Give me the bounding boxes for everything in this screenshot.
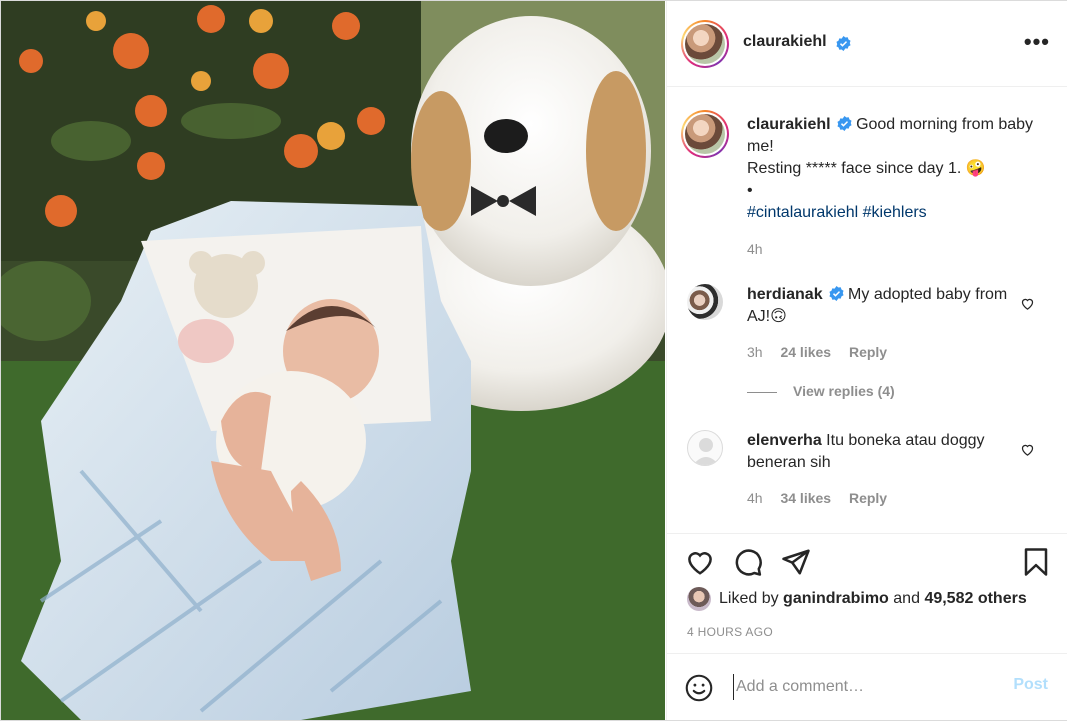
comment-meta: 3h 24 likes Reply — [747, 344, 887, 360]
like-comment-heart-icon[interactable] — [1020, 442, 1035, 457]
caption-line-2: Resting ***** face since day 1. 🤪 — [747, 160, 986, 177]
caption-avatar[interactable] — [681, 110, 729, 158]
comment-text: elenverha Itu boneka atau doggy beneran … — [747, 430, 1017, 474]
post-header: claurakiehl ••• — [667, 1, 1067, 87]
commenter-username[interactable]: elenverha — [747, 432, 822, 449]
paper-plane-icon[interactable] — [781, 547, 811, 577]
verified-badge-icon — [836, 36, 851, 51]
like-comment-heart-icon[interactable] — [1020, 296, 1035, 311]
comments-section: claurakiehl Good morning from baby me! R… — [667, 88, 1067, 534]
author-username[interactable]: claurakiehl — [743, 33, 827, 51]
commenter-avatar[interactable] — [687, 284, 723, 320]
post-actions: Liked by ganindrabimo and 49,582 others … — [667, 535, 1067, 655]
comment-input[interactable] — [733, 674, 993, 700]
likes-count[interactable]: 49,582 others — [924, 590, 1026, 608]
hashtag-link[interactable]: #kiehlers — [863, 204, 927, 221]
view-replies-label: View replies (4) — [793, 383, 895, 399]
emoji-icon[interactable] — [685, 674, 713, 702]
post-comment-button[interactable]: Post — [1013, 676, 1048, 694]
comment-meta: 4h 34 likes Reply — [747, 490, 887, 506]
comment-age[interactable]: 3h — [747, 344, 763, 360]
caption-age[interactable]: 4h — [747, 238, 1047, 260]
view-replies-button[interactable]: View replies (4) — [747, 383, 895, 399]
comment-likes[interactable]: 24 likes — [780, 344, 831, 360]
liked-by-joiner: and — [893, 590, 920, 607]
commenter-username[interactable]: herdianak — [747, 286, 823, 303]
instagram-post: claurakiehl ••• claurakiehl Good morning… — [0, 0, 1067, 721]
baby-and-plush-dog-image — [1, 1, 665, 720]
replies-divider-line — [747, 391, 777, 393]
author-avatar[interactable] — [681, 20, 729, 68]
more-options-icon[interactable]: ••• — [1024, 29, 1050, 55]
reply-button[interactable]: Reply — [849, 490, 887, 506]
liker-avatar — [687, 587, 711, 611]
comment-bubble-icon[interactable] — [733, 547, 763, 577]
comment-age[interactable]: 4h — [747, 490, 763, 506]
caption-username[interactable]: claurakiehl — [747, 116, 831, 133]
post-timestamp[interactable]: 4 HOURS AGO — [687, 625, 773, 639]
reply-button[interactable]: Reply — [849, 344, 887, 360]
add-comment-bar: Post — [667, 653, 1067, 720]
liked-by-summary[interactable]: Liked by ganindrabimo and 49,582 others — [687, 587, 1027, 611]
post-side-panel: claurakiehl ••• claurakiehl Good morning… — [666, 1, 1067, 720]
default-avatar-icon[interactable] — [687, 430, 723, 466]
hashtag-link[interactable]: #cintalaurakiehl — [747, 204, 858, 221]
caption-text: claurakiehl Good morning from baby me! R… — [747, 114, 1047, 260]
caption-bullet: • — [747, 182, 753, 199]
comment-likes[interactable]: 34 likes — [780, 490, 831, 506]
liker-username[interactable]: ganindrabimo — [783, 590, 889, 608]
verified-badge-icon — [829, 286, 844, 301]
post-photo[interactable] — [1, 1, 665, 720]
liked-by-prefix: Liked by — [719, 590, 779, 607]
comment-text: herdianak My adopted baby from AJ!🙃 — [747, 284, 1017, 328]
bookmark-icon[interactable] — [1021, 547, 1051, 577]
verified-badge-icon — [837, 116, 852, 131]
heart-icon[interactable] — [685, 547, 715, 577]
